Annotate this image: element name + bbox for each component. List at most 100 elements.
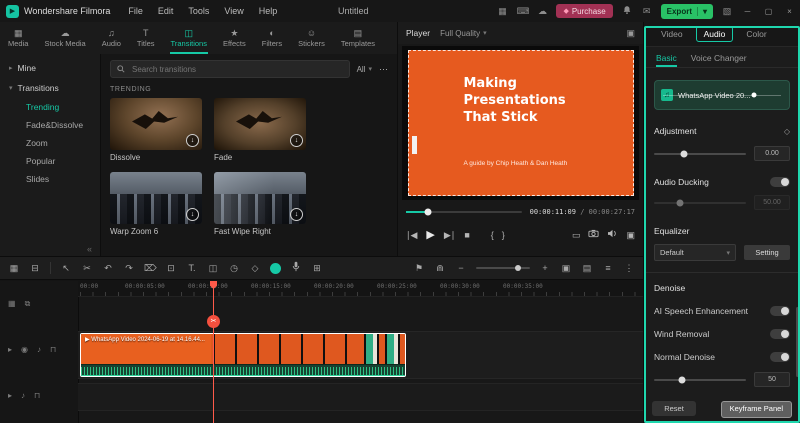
next-frame-button[interactable]: ▶∣ [444, 229, 455, 241]
scrollbar[interactable] [796, 307, 799, 377]
ai-speech-toggle[interactable] [770, 306, 790, 316]
video-track-hide-icon[interactable]: ◉ [21, 345, 28, 354]
ai-tool-icon[interactable] [270, 262, 281, 274]
scrubber-handle[interactable] [424, 208, 432, 216]
audio-track-lock-icon[interactable]: ⊓ [34, 391, 40, 400]
playhead-split-icon[interactable]: ✂ [207, 315, 220, 328]
cloud-icon[interactable]: ☁ [536, 5, 548, 17]
playback-scrubber[interactable] [406, 208, 522, 216]
crop-tool-icon[interactable]: ⊡ [165, 262, 177, 274]
undo-icon[interactable]: ↶ [102, 262, 114, 274]
wind-removal-toggle[interactable] [770, 329, 790, 339]
timeline-ruler[interactable]: 00:00 00:00:05:00 00:00:10:00 00:00:15:0… [78, 281, 643, 297]
timeline-clip[interactable]: ▶ WhatsApp Video 2024-06-19 at 14.16.44.… [80, 333, 406, 377]
maximize-button[interactable]: ▢ [762, 7, 775, 16]
playhead-line[interactable] [213, 281, 214, 423]
previous-frame-button[interactable]: ∣◀ [406, 229, 417, 241]
keyframe-diamond-icon[interactable]: ◇ [784, 127, 790, 136]
quality-dropdown[interactable]: Full Quality ▾ [440, 29, 487, 38]
bell-icon[interactable] [621, 5, 633, 18]
transition-card-fade[interactable]: ↓ Fade [214, 98, 306, 162]
pointer-tool-icon[interactable]: ↖ [60, 262, 72, 274]
download-icon[interactable]: ↓ [186, 134, 199, 147]
keyframe-panel-button[interactable]: Keyframe Panel [720, 401, 792, 418]
zoom-in-icon[interactable]: + [539, 262, 551, 274]
fullscreen-icon[interactable]: ▣ [626, 229, 635, 241]
preview-slide[interactable]: Making Presentations That Stick A guide … [407, 50, 634, 196]
video-track-mute-icon[interactable]: ♪ [37, 345, 41, 354]
layout-switch-icon[interactable]: ▧ [721, 5, 733, 17]
denoise-slider-handle[interactable] [678, 376, 686, 383]
equalizer-setting-button[interactable]: Setting [744, 245, 790, 260]
sidebar-item-zoom[interactable]: Zoom [0, 134, 100, 152]
snap-icon[interactable]: ⋒ [434, 262, 446, 274]
play-button[interactable]: ▶ [426, 229, 434, 241]
download-icon[interactable]: ↓ [290, 208, 303, 221]
fit-timeline-icon[interactable]: ▣ [560, 262, 572, 274]
transition-card-fast-wipe[interactable]: ↓ Fast Wipe Right [214, 172, 306, 236]
media-panel-icon[interactable]: ▦ [8, 262, 20, 274]
mark-in-button[interactable]: { [491, 229, 494, 241]
delete-icon[interactable]: ⌦ [144, 262, 157, 274]
download-icon[interactable]: ↓ [290, 134, 303, 147]
zoom-out-icon[interactable]: − [455, 262, 467, 274]
transition-thumbnail[interactable]: ↓ [110, 172, 202, 224]
minimize-button[interactable]: ─ [741, 7, 754, 16]
voiceover-mic-icon[interactable] [290, 261, 302, 275]
ducking-slider-handle[interactable] [676, 199, 684, 206]
sidebar-group-transitions[interactable]: ▾ Transitions [0, 78, 100, 98]
timeline-menu-icon[interactable]: ≡ [602, 262, 614, 274]
tab-stock-media[interactable]: ☁ Stock Media [36, 22, 93, 54]
tab-color[interactable]: Color [739, 27, 773, 41]
tab-templates[interactable]: ▤ Templates [333, 22, 383, 54]
collapse-sidebar-icon[interactable]: « [87, 244, 92, 254]
subtab-voice-changer[interactable]: Voice Changer [691, 53, 747, 67]
export-button[interactable]: Export ▾ [660, 3, 713, 19]
stop-button[interactable]: ■ [464, 229, 469, 241]
volume-keyframe-handle[interactable] [751, 92, 757, 98]
transition-thumbnail[interactable]: ↓ [214, 98, 306, 150]
audio-ducking-toggle[interactable] [770, 177, 790, 187]
video-track-expand-icon[interactable]: ▸ [8, 345, 12, 354]
menu-view[interactable]: View [224, 6, 243, 16]
purchase-button[interactable]: ◆ Purchase [556, 4, 613, 18]
close-button[interactable]: × [783, 7, 796, 16]
more-options-icon[interactable]: ⋯ [379, 64, 388, 75]
mark-out-button[interactable]: } [502, 229, 505, 241]
preview-image-icon[interactable]: ▣ [626, 28, 635, 39]
keyboard-shortcut-icon[interactable]: ⌨ [516, 5, 529, 17]
razor-tool-icon[interactable]: ✂ [81, 262, 93, 274]
track-height-icon[interactable]: ▤ [581, 262, 593, 274]
subtab-basic[interactable]: Basic [656, 53, 677, 67]
equalizer-preset-select[interactable]: Default ▾ [654, 244, 736, 261]
sidebar-item-fade-dissolve[interactable]: Fade&Dissolve [0, 116, 100, 134]
menu-help[interactable]: Help [259, 6, 278, 16]
menu-tools[interactable]: Tools [188, 6, 209, 16]
tab-transitions[interactable]: ◫ Transitions [163, 22, 215, 54]
search-input[interactable] [130, 63, 343, 75]
tab-audio[interactable]: Audio [695, 26, 734, 42]
reset-button[interactable]: Reset [652, 401, 696, 416]
menu-edit[interactable]: Edit [158, 6, 174, 16]
menu-file[interactable]: File [128, 6, 143, 16]
download-icon[interactable]: ↓ [186, 208, 199, 221]
redo-icon[interactable]: ↷ [123, 262, 135, 274]
zoom-slider-handle[interactable] [515, 265, 522, 271]
tab-video[interactable]: Video [654, 27, 690, 41]
tab-effects[interactable]: ★ Effects [215, 22, 254, 54]
tab-filters[interactable]: ◐ Filters [254, 22, 290, 54]
audio-track-lane[interactable] [78, 383, 643, 411]
audio-track-expand-icon[interactable]: ▸ [8, 391, 12, 400]
volume-slider-handle[interactable] [680, 150, 688, 157]
transition-thumbnail[interactable]: ↓ [214, 172, 306, 224]
filter-all-dropdown[interactable]: All ▾ [357, 65, 372, 74]
record-icon[interactable]: ⊞ [311, 262, 323, 274]
sidebar-item-popular[interactable]: Popular [0, 152, 100, 170]
tab-stickers[interactable]: ☺ Stickers [290, 22, 333, 54]
transition-card-dissolve[interactable]: ↓ Dissolve [110, 98, 202, 162]
snapshot-icon[interactable] [588, 229, 600, 241]
marker-icon[interactable]: ⚑ [413, 262, 425, 274]
message-icon[interactable]: ✉ [641, 5, 653, 17]
timeline-zoom-slider[interactable] [476, 265, 530, 271]
denoise-value[interactable]: 50 [754, 372, 790, 387]
